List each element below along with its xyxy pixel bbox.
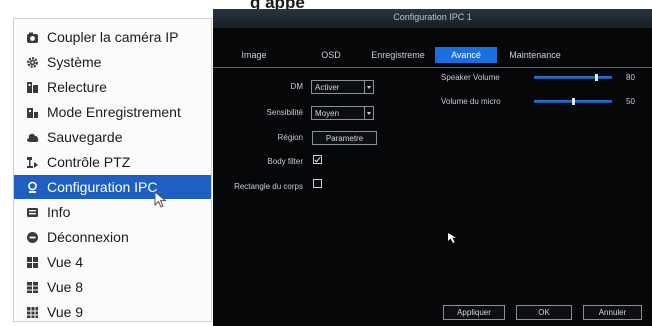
menu-item-label: Déconnexion: [47, 229, 129, 245]
region-label: Région: [277, 133, 303, 142]
menu-item-label: Système: [47, 54, 102, 70]
menu-item-ptz-control[interactable]: Contrôle PTZ: [14, 150, 211, 174]
menu-item-label: Configuration IPC: [47, 179, 158, 195]
menu-item-playback[interactable]: Relecture: [14, 75, 211, 99]
tab-advanced[interactable]: Avancé: [435, 47, 497, 63]
backup-icon: [25, 130, 39, 144]
speaker-volume-slider-knob[interactable]: [595, 74, 599, 81]
menu-item-view-4[interactable]: Vue 4: [14, 250, 211, 274]
record-mode-icon: [25, 105, 39, 119]
tab-bar: Image OSD Enregistreme Avancé Maintenanc…: [213, 43, 652, 68]
menu-item-backup[interactable]: Sauvegarde: [14, 125, 211, 149]
menu-item-record-mode[interactable]: Mode Enregistrement: [14, 100, 211, 124]
sensitivity-select-value: Moyen: [315, 109, 340, 118]
menu-item-label: Sauvegarde: [47, 129, 123, 145]
menu-item-label: Info: [47, 204, 71, 220]
info-icon: [25, 205, 39, 219]
chevron-down-icon: [364, 81, 373, 93]
window-titlebar: Configuration IPC 1: [213, 9, 652, 28]
grid-view-icon: [25, 305, 39, 319]
menu-item-system[interactable]: Système: [14, 50, 211, 74]
body-filter-label: Body filter: [267, 157, 303, 166]
window-title: Configuration IPC 1: [393, 12, 472, 22]
grid-view-icon: [25, 255, 39, 269]
menu-item-view-9[interactable]: Vue 9: [14, 300, 211, 324]
body-rectangle-label: Rectangle du corps: [234, 182, 303, 191]
ptz-icon: [25, 155, 39, 169]
camera-icon: [25, 30, 39, 44]
menu-item-label: Contrôle PTZ: [47, 154, 131, 170]
menu-item-couple-ip-camera[interactable]: Coupler la caméra IP: [14, 25, 211, 49]
sensitivity-label: Sensibilité: [266, 108, 303, 117]
mic-volume-value: 50: [626, 97, 635, 106]
grid-view-icon: [25, 280, 39, 294]
menu-item-label: Mode Enregistrement: [47, 104, 181, 120]
playback-icon: [25, 80, 39, 94]
dm-select-value: Activer: [315, 83, 340, 92]
speaker-volume-value: 80: [626, 73, 635, 82]
menu-item-ipc-configuration[interactable]: Configuration IPC: [14, 175, 211, 199]
region-parameters-button[interactable]: Parametre: [312, 131, 377, 145]
ipc-config-icon: [25, 180, 39, 194]
menu-item-label: Vue 4: [47, 254, 84, 270]
dm-label: DM: [290, 82, 303, 91]
tab-image[interactable]: Image: [233, 47, 275, 63]
sensitivity-select[interactable]: Moyen: [311, 106, 374, 120]
gear-icon: [25, 55, 39, 69]
speaker-volume-slider[interactable]: [534, 74, 612, 81]
body-filter-checkbox[interactable]: [313, 155, 322, 164]
top-caption-fragment: g appe: [250, 0, 305, 12]
menu-item-label: Coupler la caméra IP: [47, 29, 179, 45]
context-menu: Coupler la caméra IP Système Relecture M…: [13, 18, 212, 322]
tab-maintenance[interactable]: Maintenance: [499, 47, 571, 63]
menu-item-view-8[interactable]: Vue 8: [14, 275, 211, 299]
cancel-button[interactable]: Annuler: [583, 305, 642, 320]
mic-volume-label: Volume du micro: [441, 97, 501, 106]
dm-select[interactable]: Activer: [311, 80, 374, 94]
ipc-configuration-window: Configuration IPC 1 Image OSD Enregistre…: [213, 9, 652, 326]
apply-button[interactable]: Appliquer: [443, 305, 505, 320]
speaker-volume-label: Speaker Volume: [441, 73, 500, 82]
menu-item-label: Vue 9: [47, 304, 84, 320]
pointer-arrow-icon: [448, 233, 456, 243]
logout-icon: [25, 230, 39, 244]
tab-recording[interactable]: Enregistreme: [363, 47, 433, 63]
mic-volume-slider-knob[interactable]: [572, 98, 575, 105]
ok-button[interactable]: OK: [516, 305, 572, 320]
mic-volume-slider[interactable]: [534, 98, 612, 105]
tab-osd[interactable]: OSD: [311, 47, 351, 63]
menu-item-label: Relecture: [47, 79, 107, 95]
mouse-cursor-icon: [154, 191, 167, 208]
chevron-down-icon: [364, 107, 373, 119]
menu-item-logout[interactable]: Déconnexion: [14, 225, 211, 249]
menu-item-label: Vue 8: [47, 279, 84, 295]
body-rectangle-checkbox[interactable]: [313, 179, 322, 188]
menu-item-info[interactable]: Info: [14, 200, 211, 224]
